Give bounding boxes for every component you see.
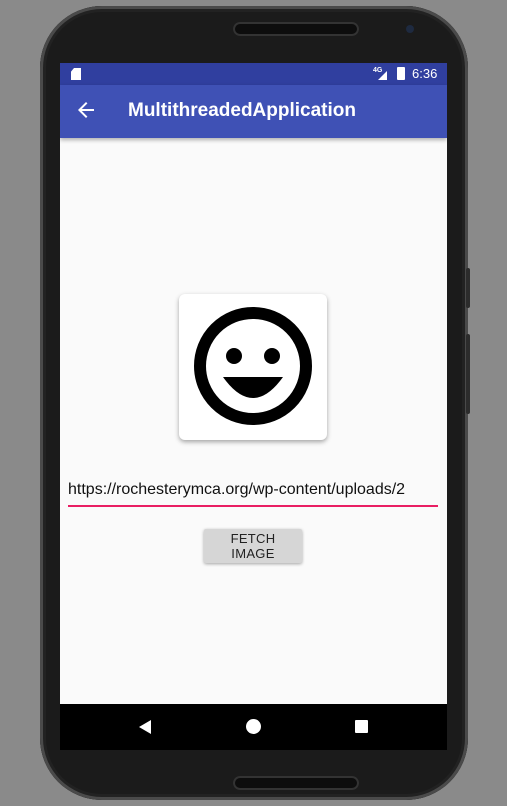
nav-home-icon[interactable] bbox=[246, 719, 261, 734]
navigation-bar bbox=[60, 704, 447, 750]
clock: 6:36 bbox=[412, 66, 438, 81]
app-bar: MultithreadedApplication bbox=[60, 85, 447, 138]
volume-button[interactable] bbox=[466, 334, 470, 414]
screen: 4G 6:36 MultithreadedApplication FETCH I… bbox=[60, 63, 447, 704]
arrow-back-icon[interactable] bbox=[74, 98, 98, 122]
url-input[interactable] bbox=[68, 481, 438, 499]
fetch-image-button[interactable]: FETCH IMAGE bbox=[204, 529, 302, 563]
battery-icon bbox=[397, 67, 405, 80]
front-camera bbox=[406, 25, 414, 33]
url-input-underline bbox=[68, 505, 438, 507]
smiley-face-icon bbox=[194, 307, 312, 425]
page-title: MultithreadedApplication bbox=[128, 100, 356, 121]
power-button[interactable] bbox=[466, 268, 470, 308]
bottom-speaker bbox=[233, 776, 359, 790]
signal-icon bbox=[378, 71, 387, 80]
nav-back-icon[interactable] bbox=[139, 720, 151, 734]
image-view bbox=[179, 294, 327, 440]
nav-recents-icon[interactable] bbox=[355, 720, 368, 733]
status-bar: 4G 6:36 bbox=[60, 63, 447, 85]
sd-card-icon bbox=[71, 68, 81, 80]
top-speaker bbox=[233, 22, 359, 36]
